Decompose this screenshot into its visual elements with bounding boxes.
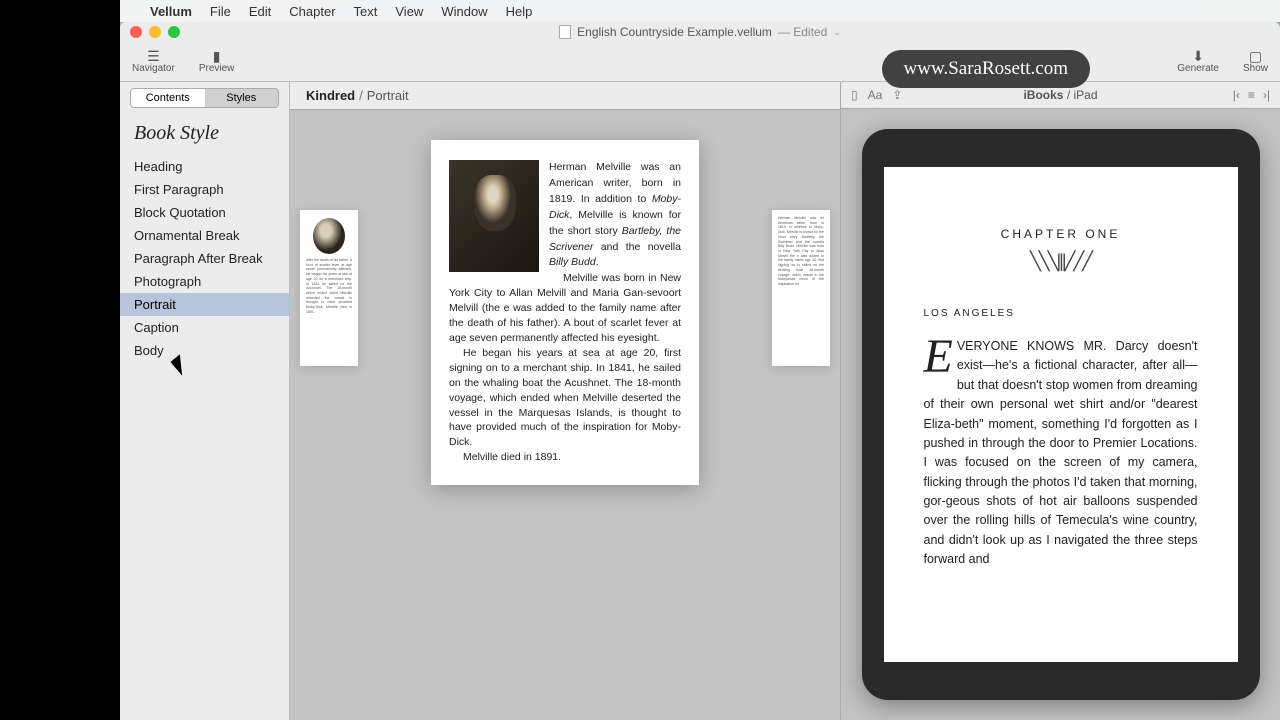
title-dropdown-icon[interactable]: ⌄	[833, 27, 841, 38]
show-button[interactable]: ▢ Show	[1243, 49, 1268, 74]
chapter-ornament-icon: ╲╲╲|||╱╱╱	[924, 251, 1198, 272]
brand-overlay: www.SaraRosett.com	[882, 50, 1090, 88]
device-select-icon[interactable]: ▯	[851, 88, 858, 102]
menu-view[interactable]: View	[395, 4, 423, 19]
window-title: English Countryside Example.vellum	[577, 25, 772, 39]
style-caption[interactable]: Caption	[120, 316, 289, 339]
device-frame: CHAPTER ONE ╲╲╲|||╱╱╱ LOS ANGELES EVERYO…	[862, 129, 1260, 700]
style-body[interactable]: Body	[120, 339, 289, 362]
menu-chapter[interactable]: Chapter	[289, 4, 335, 19]
document-icon	[559, 25, 571, 39]
preview-button[interactable]: ▮ Preview	[199, 49, 235, 74]
menu-edit[interactable]: Edit	[249, 4, 271, 19]
dropcap: E	[924, 337, 957, 378]
toolbar: ☰ Navigator ▮ Preview ⬇ Generate ▢ Show	[120, 42, 1280, 82]
page-prev-button[interactable]: |‹	[1233, 88, 1240, 102]
style-photograph[interactable]: Photograph	[120, 270, 289, 293]
sidebar: Contents Styles Book Style Heading First…	[120, 82, 290, 720]
minimize-button[interactable]	[149, 26, 161, 38]
style-heading[interactable]: Heading	[120, 155, 289, 178]
app-name[interactable]: Vellum	[150, 4, 192, 19]
chapter-subtitle: LOS ANGELES	[924, 308, 1198, 319]
sidebar-title: Book Style	[120, 114, 289, 155]
box-icon: ▢	[1246, 49, 1264, 63]
menu-window[interactable]: Window	[441, 4, 487, 19]
style-first-paragraph[interactable]: First Paragraph	[120, 178, 289, 201]
menu-text[interactable]: Text	[354, 4, 378, 19]
font-size-icon[interactable]: Aa	[868, 88, 883, 102]
edited-indicator: — Edited	[778, 25, 827, 39]
style-list: Heading First Paragraph Block Quotation …	[120, 155, 289, 362]
breadcrumb: Kindred / Portrait	[290, 82, 840, 110]
device-screen: CHAPTER ONE ╲╲╲|||╱╱╱ LOS ANGELES EVERYO…	[884, 167, 1238, 662]
tab-contents[interactable]: Contents	[131, 89, 205, 107]
chapter-title: CHAPTER ONE	[924, 227, 1198, 241]
carousel-current-card: Herman Melville was an American writer, …	[431, 140, 699, 485]
preview-device-label: iBooks / iPad	[841, 88, 1280, 102]
style-ornamental-break[interactable]: Ornamental Break	[120, 224, 289, 247]
titlebar: English Countryside Example.vellum — Edi…	[120, 22, 1280, 42]
tab-styles[interactable]: Styles	[205, 89, 279, 107]
style-portrait[interactable]: Portrait	[120, 293, 289, 316]
breadcrumb-main: Kindred	[306, 88, 355, 103]
close-button[interactable]	[130, 26, 142, 38]
portrait-image	[449, 160, 539, 272]
menubar: Vellum File Edit Chapter Text View Windo…	[120, 0, 1280, 22]
sidebar-tabs: Contents Styles	[130, 88, 279, 108]
device-icon: ▮	[208, 49, 226, 63]
main-window: English Countryside Example.vellum — Edi…	[120, 22, 1280, 720]
menu-file[interactable]: File	[210, 4, 231, 19]
preview-panel: ▯ Aa ⇪ iBooks / iPad |‹ ≡ ›|	[840, 82, 1280, 720]
download-icon: ⬇	[1189, 49, 1207, 63]
page-next-button[interactable]: ›|	[1263, 88, 1270, 102]
carousel-prev-card[interactable]: after the death of his father. A bout of…	[300, 210, 358, 366]
menu-help[interactable]: Help	[506, 4, 533, 19]
chapter-body: EVERYONE KNOWS MR. Darcy doesn't exist—h…	[924, 337, 1198, 570]
list-icon: ☰	[144, 49, 162, 63]
maximize-button[interactable]	[168, 26, 180, 38]
navigator-button[interactable]: ☰ Navigator	[132, 49, 175, 74]
breadcrumb-sub: Portrait	[367, 88, 409, 103]
carousel-next-card[interactable]: Herman Melville was an American writer, …	[772, 210, 830, 366]
generate-button[interactable]: ⬇ Generate	[1177, 49, 1219, 74]
toc-icon[interactable]: ≡	[1248, 88, 1255, 102]
style-carousel: after the death of his father. A bout of…	[290, 110, 840, 720]
style-block-quotation[interactable]: Block Quotation	[120, 201, 289, 224]
portrait-thumb-icon	[313, 218, 345, 254]
center-panel: Kindred / Portrait after the death of hi…	[290, 82, 840, 720]
lock-icon[interactable]: ⇪	[892, 88, 902, 102]
style-paragraph-after-break[interactable]: Paragraph After Break	[120, 247, 289, 270]
